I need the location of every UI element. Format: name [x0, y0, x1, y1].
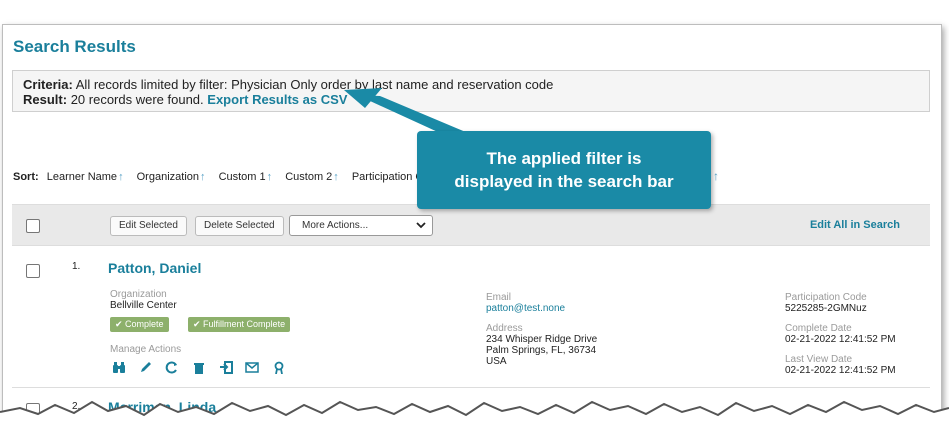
annotation-callout: The applied filter is displayed in the s… — [417, 131, 711, 209]
callout-line-2: displayed in the search bar — [454, 172, 674, 191]
callout-arrow — [344, 88, 468, 133]
callout-line-1: The applied filter is — [486, 149, 642, 168]
